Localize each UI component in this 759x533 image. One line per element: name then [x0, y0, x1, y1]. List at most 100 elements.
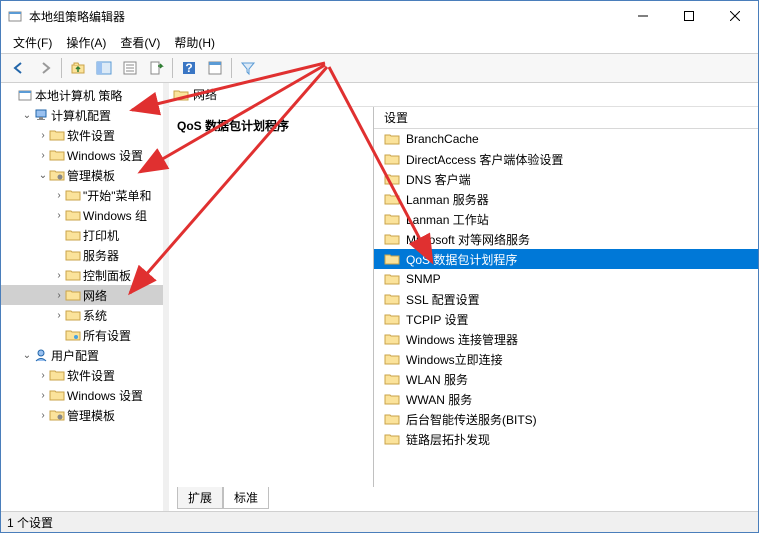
tree-label: 本地计算机 策略 [35, 87, 126, 104]
tree-toggle-icon[interactable]: › [53, 210, 65, 221]
tree-server[interactable]: 服务器 [1, 245, 163, 265]
list-item[interactable]: Microsoft 对等网络服务 [374, 229, 758, 249]
menu-help[interactable]: 帮助(H) [168, 32, 221, 53]
content-area: 本地计算机 策略⌄计算机配置›软件设置›Windows 设置⌄管理模板›"开始"… [1, 83, 758, 512]
list-item[interactable]: SSL 配置设置 [374, 289, 758, 309]
export-button[interactable] [144, 56, 168, 80]
tree-toggle-icon[interactable]: › [37, 130, 49, 141]
tab-extended[interactable]: 扩展 [177, 487, 223, 509]
list-item-label: DirectAccess 客户端体验设置 [406, 151, 563, 168]
list-item[interactable]: DirectAccess 客户端体验设置 [374, 149, 758, 169]
tree-start-menu[interactable]: ›"开始"菜单和 [1, 185, 163, 205]
list-item[interactable]: 后台智能传送服务(BITS) [374, 409, 758, 429]
filter-button[interactable] [236, 56, 260, 80]
tree-all-settings[interactable]: 所有设置 [1, 325, 163, 345]
list-item[interactable]: TCPIP 设置 [374, 309, 758, 329]
list-item[interactable]: Lanman 工作站 [374, 209, 758, 229]
tree-label: Windows 设置 [67, 147, 147, 164]
folder-icon [384, 291, 400, 307]
tree-network[interactable]: › 网络 [1, 285, 163, 305]
tree-user-software-settings[interactable]: ›软件设置 [1, 365, 163, 385]
tree-toggle-icon[interactable]: ⌄ [21, 110, 33, 121]
tree-computer-config[interactable]: ⌄ 计算机配置 [1, 105, 163, 125]
tree-toggle-icon[interactable]: ⌄ [37, 170, 49, 181]
tab-standard[interactable]: 标准 [223, 487, 269, 509]
tree-root[interactable]: 本地计算机 策略 [1, 85, 163, 105]
forward-button[interactable] [33, 56, 57, 80]
list-item[interactable]: Lanman 服务器 [374, 189, 758, 209]
list-item[interactable]: QoS 数据包计划程序 [374, 249, 758, 269]
breadcrumb-label: 网络 [193, 86, 217, 103]
tree-system[interactable]: ›系统 [1, 305, 163, 325]
list-item-label: Windows立即连接 [406, 351, 503, 368]
folder-icon [384, 371, 400, 387]
tree-user-config[interactable]: ⌄用户配置 [1, 345, 163, 365]
show-hide-tree-button[interactable] [92, 56, 116, 80]
folder-icon [33, 347, 49, 363]
list-header[interactable]: 设置 [374, 107, 758, 129]
folder-icon [384, 191, 400, 207]
menubar: 文件(F) 操作(A) 查看(V) 帮助(H) [1, 31, 758, 53]
options-button[interactable] [203, 56, 227, 80]
help-button[interactable]: ? [177, 56, 201, 80]
list-item[interactable]: BranchCache [374, 129, 758, 149]
menu-action[interactable]: 操作(A) [60, 32, 112, 53]
list-item-label: WLAN 服务 [406, 371, 468, 388]
folder-icon [384, 391, 400, 407]
tree-label: 计算机配置 [51, 107, 115, 124]
list-item[interactable]: 链路层拓扑发现 [374, 429, 758, 449]
tree-printers[interactable]: 打印机 [1, 225, 163, 245]
tree-toggle-icon[interactable]: › [53, 290, 65, 301]
tree-toggle-icon[interactable]: › [53, 270, 65, 281]
minimize-button[interactable] [620, 1, 666, 31]
toolbar-separator [172, 58, 173, 78]
close-button[interactable] [712, 1, 758, 31]
up-button[interactable] [66, 56, 90, 80]
folder-icon [33, 107, 49, 123]
list-item-label: Microsoft 对等网络服务 [406, 231, 530, 248]
tree-pane[interactable]: 本地计算机 策略⌄计算机配置›软件设置›Windows 设置⌄管理模板›"开始"… [1, 83, 169, 511]
menu-view[interactable]: 查看(V) [114, 32, 166, 53]
tree-label: 软件设置 [67, 127, 119, 144]
tree-toggle-icon[interactable]: › [37, 370, 49, 381]
properties-button[interactable] [118, 56, 142, 80]
folder-icon [65, 287, 81, 303]
list-item[interactable]: Windows 连接管理器 [374, 329, 758, 349]
folder-icon [49, 367, 65, 383]
folder-icon [384, 311, 400, 327]
detail-panel: QoS 数据包计划程序 [169, 107, 374, 487]
menu-file[interactable]: 文件(F) [7, 32, 58, 53]
maximize-button[interactable] [666, 1, 712, 31]
tree-label: 控制面板 [83, 267, 135, 284]
folder-icon [49, 127, 65, 143]
folder-icon [49, 387, 65, 403]
back-button[interactable] [7, 56, 31, 80]
list-item[interactable]: DNS 客户端 [374, 169, 758, 189]
tree-user-admin-templates[interactable]: ›管理模板 [1, 405, 163, 425]
tree-toggle-icon[interactable]: › [37, 390, 49, 401]
tree-windows-components[interactable]: ›Windows 组 [1, 205, 163, 225]
tree-user-windows-settings[interactable]: ›Windows 设置 [1, 385, 163, 405]
list-item[interactable]: SNMP [374, 269, 758, 289]
list-item-label: WWAN 服务 [406, 391, 472, 408]
list-item[interactable]: WWAN 服务 [374, 389, 758, 409]
tree-toggle-icon[interactable]: › [37, 150, 49, 161]
tree-toggle-icon[interactable]: ⌄ [21, 350, 33, 361]
folder-icon [384, 171, 400, 187]
list-item-label: 后台智能传送服务(BITS) [406, 411, 537, 428]
list-item[interactable]: Windows立即连接 [374, 349, 758, 369]
tree-toggle-icon[interactable]: › [37, 410, 49, 421]
tree-windows-settings[interactable]: › Windows 设置 [1, 145, 163, 165]
statusbar: 1 个设置 [1, 512, 758, 532]
list-body[interactable]: BranchCacheDirectAccess 客户端体验设置DNS 客户端La… [374, 129, 758, 487]
list-item[interactable]: WLAN 服务 [374, 369, 758, 389]
folder-icon [384, 331, 400, 347]
tree-control-panel[interactable]: › 控制面板 [1, 265, 163, 285]
tree-label: 网络 [83, 287, 111, 304]
tree-toggle-icon[interactable]: › [53, 310, 65, 321]
tree-admin-templates[interactable]: ⌄管理模板 [1, 165, 163, 185]
toolbar-separator [61, 58, 62, 78]
folder-icon [49, 167, 65, 183]
tree-software-settings[interactable]: › 软件设置 [1, 125, 163, 145]
tree-toggle-icon[interactable]: › [53, 190, 65, 201]
